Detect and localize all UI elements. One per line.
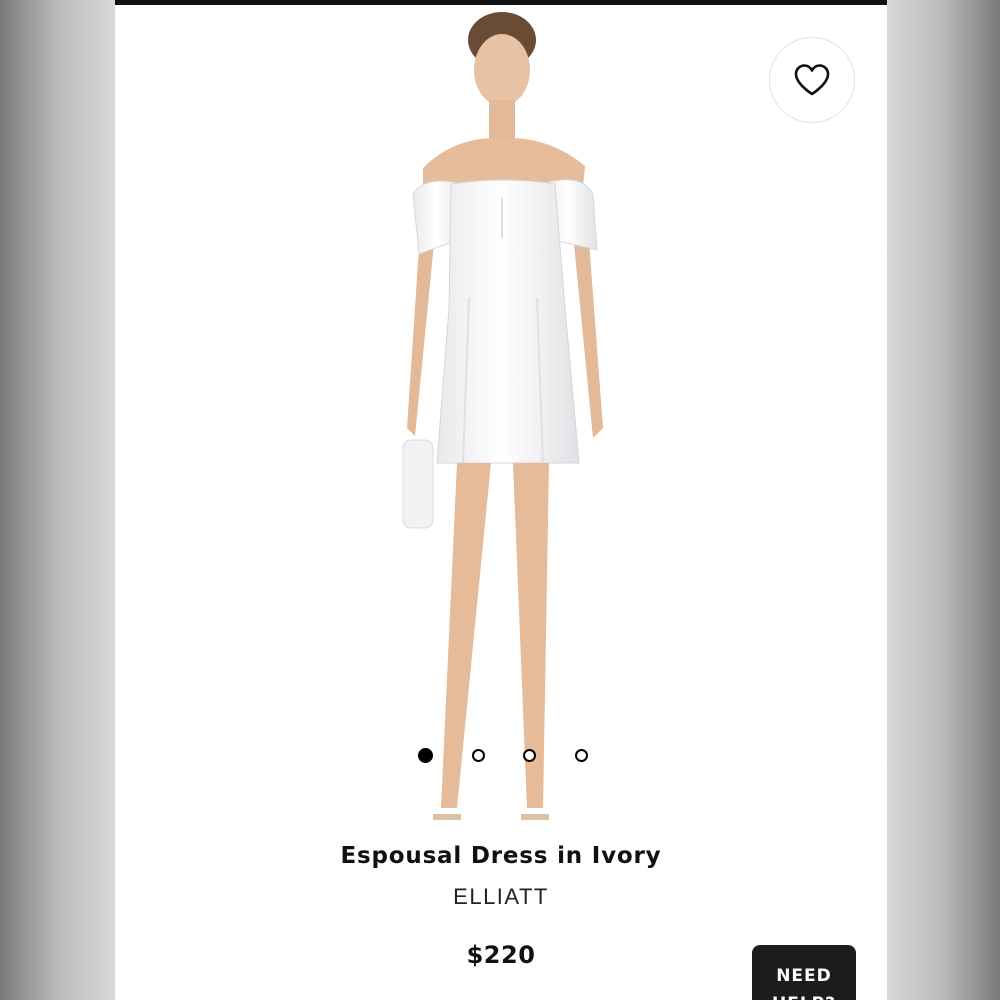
product-brand[interactable]: ELLIATT <box>115 884 887 910</box>
heart-icon <box>794 64 830 96</box>
product-image[interactable] <box>365 8 625 830</box>
carousel-dot-3[interactable] <box>523 748 537 762</box>
image-carousel-dots <box>418 745 588 765</box>
top-bar <box>115 0 887 5</box>
favorite-button[interactable] <box>769 37 855 123</box>
carousel-dot-4[interactable] <box>574 748 588 762</box>
carousel-dot-1[interactable] <box>418 747 433 763</box>
need-help-button[interactable]: NEED HELP? <box>752 945 856 1000</box>
carousel-dot-2[interactable] <box>471 748 485 762</box>
product-page: Espousal Dress in Ivory ELLIATT $220 NEE… <box>115 0 887 1000</box>
product-title: Espousal Dress in Ivory <box>340 843 662 869</box>
